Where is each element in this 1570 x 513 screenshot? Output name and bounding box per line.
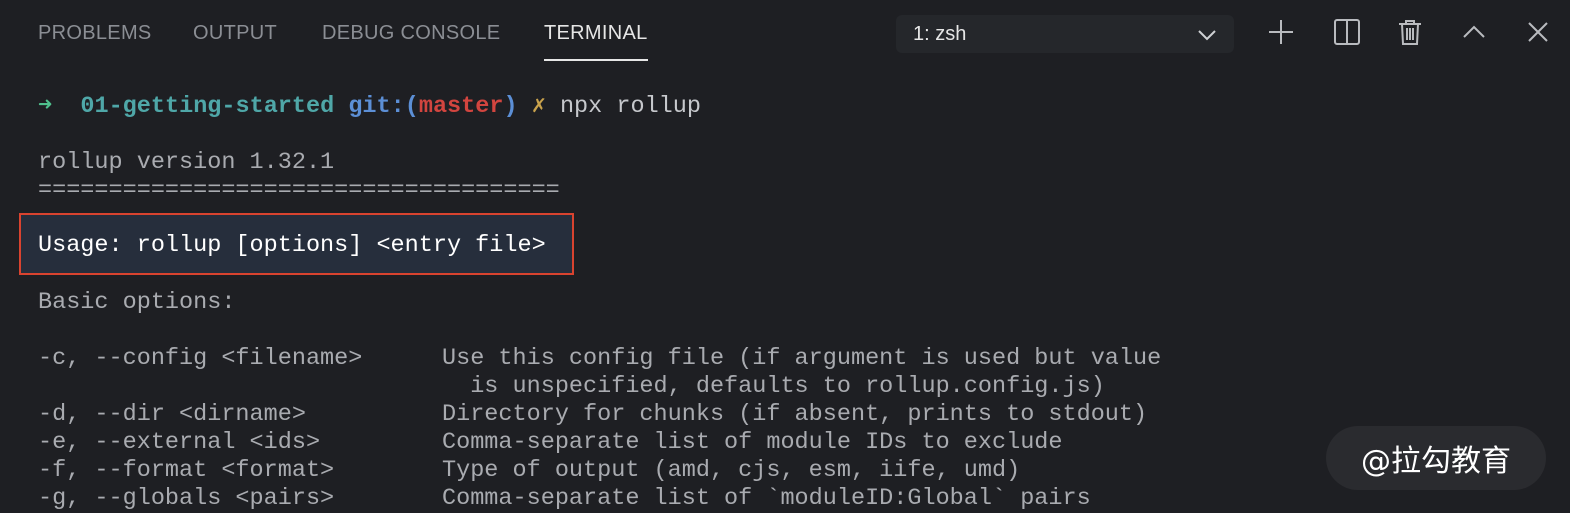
prompt-line: ➜ 01-getting-started git:(master) ✗ npx … <box>38 93 701 121</box>
version-line: rollup version 1.32.1 <box>38 149 335 176</box>
prompt-arrow: ➜ <box>38 93 53 120</box>
separator-line: ===================================== <box>38 177 560 204</box>
option-desc: Comma-separate list of `moduleID:Global`… <box>442 485 1091 512</box>
option-desc: is unspecified, defaults to rollup.confi… <box>442 373 1105 400</box>
option-flag: -g, --globals <pairs> <box>38 485 335 512</box>
terminal-output[interactable]: ➜ 01-getting-started git:(master) ✗ npx … <box>0 0 1570 512</box>
prompt-branch: master <box>418 93 504 120</box>
watermark-badge: @拉勾教育 <box>1326 426 1546 490</box>
prompt-dirty-mark: ✗ <box>531 93 546 120</box>
prompt-git-label: git:( <box>348 93 419 120</box>
option-desc: Type of output (amd, cjs, esm, iife, umd… <box>442 457 1021 484</box>
option-desc: Comma-separate list of module IDs to exc… <box>442 429 1063 456</box>
basic-options-heading: Basic options: <box>38 289 236 316</box>
option-desc: Directory for chunks (if absent, prints … <box>442 401 1148 428</box>
prompt-git-close: ) <box>503 93 518 120</box>
option-flag: -f, --format <format> <box>38 457 335 484</box>
option-flag: -d, --dir <dirname> <box>38 401 306 428</box>
option-desc: Use this config file (if argument is use… <box>442 345 1162 372</box>
option-flag: -c, --config <filename> <box>38 345 363 372</box>
usage-line: Usage: rollup [options] <entry file> <box>38 232 546 259</box>
watermark-text: @拉勾教育 <box>1361 444 1511 479</box>
option-flag: -e, --external <ids> <box>38 429 321 456</box>
prompt-dir: 01-getting-started <box>80 93 335 120</box>
prompt-command: npx rollup <box>559 93 701 120</box>
